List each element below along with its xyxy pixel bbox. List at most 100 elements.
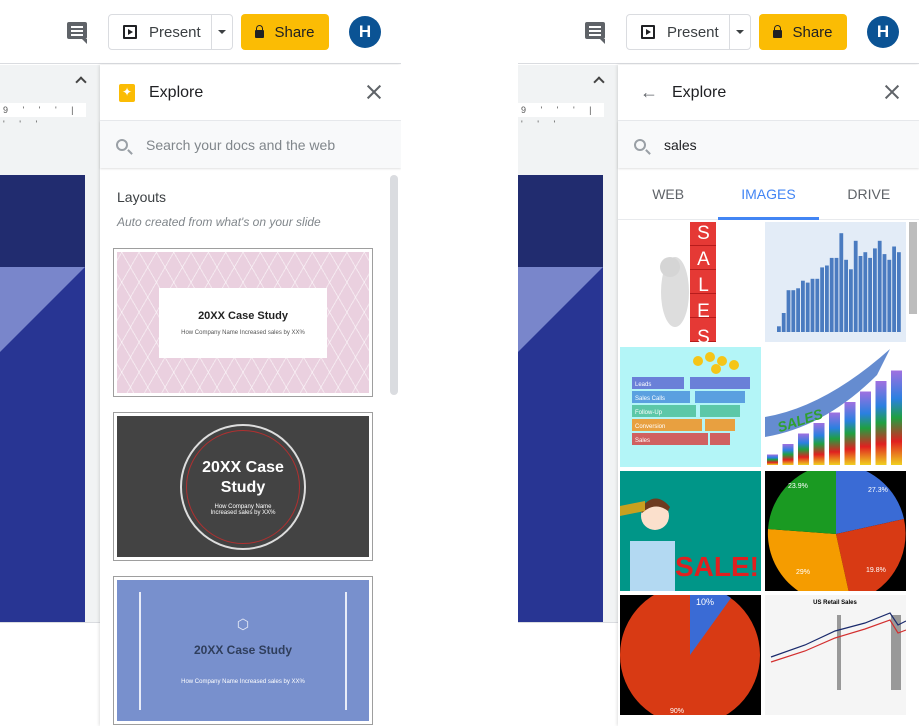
- layout-card[interactable]: 20XX Case Study How Company Name Increas…: [113, 248, 373, 397]
- share-button[interactable]: Share: [241, 14, 329, 50]
- image-result[interactable]: 10% 90%: [620, 595, 761, 715]
- coin: [711, 364, 721, 374]
- tab-web[interactable]: WEB: [618, 168, 718, 219]
- growth-bar: [813, 423, 825, 465]
- funnel-label: Conversion: [635, 424, 665, 430]
- explore-panel: ✦ Explore Layouts Auto created from what…: [100, 65, 401, 726]
- thumb-bar: [897, 252, 901, 332]
- thumb-bar: [863, 252, 868, 332]
- thumb-bar: [829, 257, 834, 332]
- hexagon-icon: ⬡: [236, 616, 250, 632]
- explore-panel: ← Explore WEB IMAGES DRIVE SALES: [618, 65, 919, 726]
- lock-icon: [773, 25, 783, 38]
- slide[interactable]: [518, 175, 603, 625]
- pie-label: 90%: [670, 708, 684, 715]
- image-result[interactable]: SALE!: [620, 471, 761, 591]
- tab-images[interactable]: IMAGES: [718, 168, 819, 220]
- search-icon: [116, 138, 128, 151]
- share-button[interactable]: Share: [759, 14, 847, 50]
- present-icon: [641, 25, 655, 39]
- growth-bar: [844, 402, 856, 465]
- right-screenshot: Present Share H 9 ' ' ' | ' ' ' ← Explor…: [518, 0, 919, 726]
- thumb-bar: [839, 233, 844, 332]
- layout-card[interactable]: ⬡ 20XX Case Study How Company Name Incre…: [113, 576, 373, 725]
- thumb-bar: [801, 280, 805, 332]
- chevron-up-icon[interactable]: [593, 76, 605, 88]
- present-dropdown[interactable]: [729, 15, 750, 49]
- thumb-bar: [853, 240, 858, 332]
- present-button[interactable]: Present: [108, 14, 233, 50]
- thumb-bar: [877, 240, 882, 332]
- funnel-label: Follow-Up: [635, 410, 663, 416]
- thumb-bar: [849, 269, 853, 332]
- tab-drive[interactable]: DRIVE: [819, 168, 919, 219]
- thumb-bar: [844, 259, 848, 332]
- growth-bar: [767, 454, 778, 465]
- layout-card[interactable]: 20XX Case Study How Company Name Increas…: [113, 412, 373, 561]
- funnel-layer: [690, 377, 750, 389]
- pie-label: 23.9%: [788, 483, 808, 490]
- explore-search: [100, 121, 401, 168]
- image-result[interactable]: 23.9% 27.3% 29% 19.8%: [765, 471, 906, 591]
- explore-header: ✦ Explore: [100, 65, 401, 121]
- thumb-bar: [873, 248, 877, 332]
- comment-icon[interactable]: [67, 22, 87, 44]
- growth-bar: [829, 412, 840, 465]
- thumb-bar: [882, 254, 887, 332]
- present-button[interactable]: Present: [626, 14, 751, 50]
- section-title: Layouts: [117, 189, 167, 205]
- search-icon: [634, 138, 646, 151]
- avatar[interactable]: H: [867, 16, 899, 48]
- growth-bar: [860, 391, 871, 465]
- coin: [693, 356, 703, 366]
- search-input[interactable]: [664, 136, 894, 153]
- growth-bar: [891, 370, 902, 465]
- image-result[interactable]: [765, 222, 906, 342]
- image-result[interactable]: SALES: [620, 222, 761, 342]
- funnel-layer: [710, 433, 730, 445]
- explore-header: ← Explore: [618, 65, 919, 121]
- result-tabs: WEB IMAGES DRIVE: [618, 168, 919, 220]
- coin: [729, 360, 739, 370]
- growth-bar: [875, 381, 887, 465]
- section-subtitle: Auto created from what's on your slide: [117, 215, 321, 229]
- ruler: 9 ' ' ' | ' ' ': [0, 103, 86, 129]
- search-input[interactable]: [146, 136, 376, 153]
- chart-title: US Retail Sales: [813, 600, 857, 606]
- avatar[interactable]: H: [349, 16, 381, 48]
- coin: [705, 352, 715, 362]
- back-arrow-icon[interactable]: ←: [640, 82, 658, 103]
- image-result[interactable]: Leads Sales Calls Follow-Up Conversion Sales: [620, 347, 761, 467]
- speaker-notes: [0, 622, 100, 726]
- scrollbar[interactable]: [390, 175, 398, 395]
- explore-search: [618, 121, 919, 168]
- close-icon[interactable]: [367, 85, 381, 99]
- sales-cubes-text: SALES: [693, 223, 714, 342]
- thumb-bar: [858, 256, 863, 332]
- thumb-bar: [820, 267, 824, 332]
- image-result[interactable]: US Retail Sales: [765, 595, 906, 715]
- scrollbar[interactable]: [909, 222, 917, 314]
- funnel-layer: [705, 419, 735, 431]
- pie-label: 10%: [696, 597, 714, 607]
- left-screenshot: Present Share H 9 ' ' ' | ' ' ' ✦ Explor…: [0, 0, 401, 726]
- growth-bar: [798, 433, 809, 465]
- slide[interactable]: [0, 175, 85, 625]
- growth-bar: [782, 444, 794, 465]
- thumb-bar: [834, 257, 839, 332]
- thumb-bar: [777, 326, 781, 332]
- present-dropdown[interactable]: [211, 15, 232, 49]
- explore-title: Explore: [672, 83, 727, 101]
- explore-title: Explore: [149, 83, 204, 101]
- image-result[interactable]: SALES: [765, 347, 906, 467]
- close-icon[interactable]: [885, 85, 899, 99]
- chevron-up-icon[interactable]: [75, 76, 87, 88]
- thumb-bar: [825, 265, 829, 332]
- coin: [717, 356, 727, 366]
- sale-text: SALE!: [675, 551, 759, 582]
- thumb-bar: [781, 313, 786, 332]
- thumb-bar: [868, 257, 872, 332]
- comment-icon[interactable]: [585, 22, 605, 44]
- layouts-list: Layouts Auto created from what's on your…: [100, 169, 401, 726]
- funnel-layer: [700, 405, 740, 417]
